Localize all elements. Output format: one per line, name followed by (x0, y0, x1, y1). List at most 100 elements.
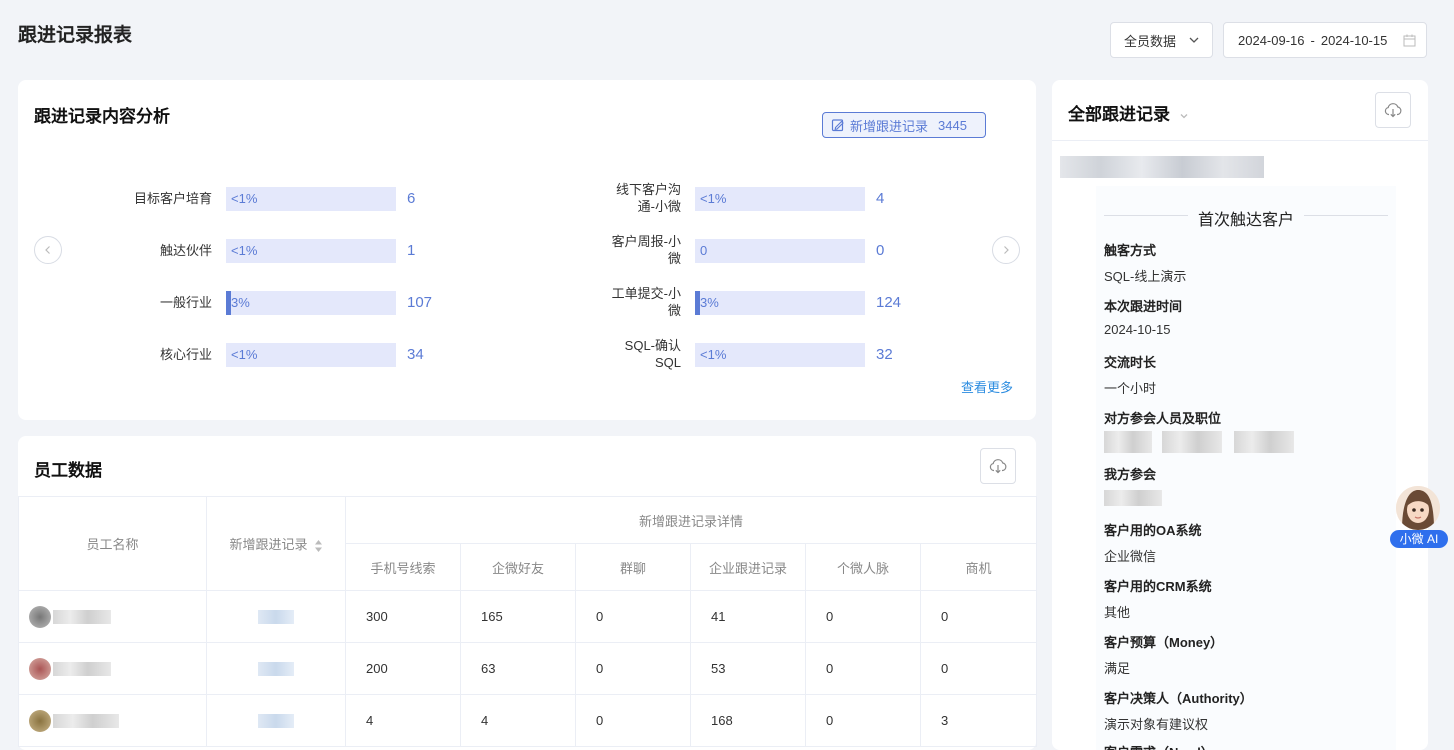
metric-value: 6 (407, 190, 416, 207)
table-cell: 0 (575, 694, 691, 747)
metric-bar: <1% (695, 343, 865, 367)
chevron-left-icon (45, 246, 50, 254)
staff-name-cell (18, 694, 207, 747)
avatar (29, 709, 51, 732)
field-label: 客户用的OA系统 (1104, 523, 1202, 538)
table-cell: 165 (460, 590, 576, 643)
table-row: 300 165 0 41 0 0 (18, 590, 1038, 643)
date-separator: - (1310, 32, 1315, 48)
metric-label: 触达伙伴 (159, 243, 212, 258)
col-header-opportunities: 商机 (919, 543, 1038, 591)
table-cell: 0 (805, 590, 921, 643)
field-label: 客户用的CRM系统 (1104, 579, 1212, 594)
date-end: 2024-10-15 (1320, 32, 1388, 48)
table-cell: 41 (690, 590, 806, 643)
data-scope-select[interactable]: 全员数据 (1110, 22, 1213, 58)
records-header: 全部跟进记录 (1052, 80, 1428, 141)
metric-label: SQL-确认SQL (624, 338, 681, 370)
metric-bar: <1% (226, 187, 396, 211)
metric-value: 0 (876, 242, 885, 259)
table-row: 4 4 0 168 0 3 (18, 694, 1038, 747)
content-analysis-card: 跟进记录内容分析 新增跟进记录 3445 目标客户培育 <1% 6 触达伙伴 <… (18, 80, 1036, 420)
caret-down-icon (1180, 113, 1188, 118)
metric-label: 一般行业 (159, 295, 212, 310)
chevron-down-icon (1189, 37, 1199, 43)
field-label: 客户决策人（Authority） (1104, 691, 1253, 706)
field-value: 其他 (1104, 605, 1131, 620)
col-header-personal-wechat: 个微人脉 (805, 543, 921, 591)
next-page-button[interactable] (992, 236, 1020, 264)
field-value: 演示对象有建议权 (1104, 717, 1209, 732)
staff-table: 员工名称 新增跟进记录 新增跟进记录详情 手机号线索 企微好友 群聊 企业跟进记… (18, 496, 1038, 747)
record-section-title: 首次触达客户 (1104, 206, 1388, 230)
record-owner-redacted (1060, 156, 1264, 178)
ai-assistant-button[interactable]: 小微 AI (1390, 486, 1448, 548)
field-label: 客户需求（Need） (1104, 742, 1214, 750)
all-records-card: 全部跟进记录 首次触达客户 触客方式 SQL-线上演示 本次跟进时间 2024-… (1052, 80, 1428, 750)
field-value: 满足 (1104, 661, 1131, 676)
staff-data-card: 员工数据 员工名称 新增跟进记录 新增跟进记录详情 手机号线索 企微好友 群聊 … (18, 436, 1038, 750)
date-start: 2024-09-16 (1238, 32, 1305, 48)
metric-label: 工单提交-小微 (611, 286, 681, 318)
staff-download-button[interactable] (980, 448, 1016, 484)
metric-label: 目标客户培育 (133, 191, 212, 206)
group-header-record-details: 新增跟进记录详情 (344, 496, 1038, 544)
field-value-redacted (1104, 431, 1294, 453)
cloud-download-icon (989, 459, 1007, 474)
col-header-company-records: 企业跟进记录 (690, 543, 806, 591)
field-value: 一个小时 (1104, 381, 1157, 396)
table-cell: 0 (805, 642, 921, 695)
view-more-link[interactable]: 查看更多 (961, 377, 1013, 396)
col-header-wecom-friends: 企微好友 (460, 543, 576, 591)
records-title-dropdown[interactable]: 全部跟进记录 (1068, 100, 1189, 125)
metric-bar: 3% (695, 291, 865, 315)
table-cell: 0 (575, 642, 691, 695)
calendar-icon (1403, 34, 1416, 47)
col-header-group-chat: 群聊 (575, 543, 691, 591)
field-label: 我方参会 (1104, 467, 1157, 482)
table-cell: 300 (345, 590, 461, 643)
assistant-label: 小微 AI (1390, 530, 1448, 548)
table-cell: 53 (690, 642, 806, 695)
metric-value: 1 (407, 242, 416, 259)
metric-value: 32 (876, 346, 893, 363)
table-cell: 4 (345, 694, 461, 747)
badge-label: 新增跟进记录 (850, 118, 929, 134)
field-value: 企业微信 (1104, 549, 1157, 564)
page-title: 跟进记录报表 (18, 25, 133, 46)
edit-note-icon (831, 119, 844, 132)
table-cell: 0 (575, 590, 691, 643)
staff-title: 员工数据 (34, 461, 102, 480)
analysis-title: 跟进记录内容分析 (34, 107, 170, 126)
metric-bar: 3% (226, 291, 396, 315)
metric-label: 客户周报-小微 (611, 234, 681, 266)
table-cell: 63 (460, 642, 576, 695)
assistant-avatar-icon (1396, 486, 1440, 530)
table-cell: 0 (805, 694, 921, 747)
chevron-right-icon (1004, 246, 1009, 254)
table-cell: 200 (345, 642, 461, 695)
date-range-picker[interactable]: 2024-09-16 - 2024-10-15 (1223, 22, 1427, 58)
metric-label: 线下客户沟通-小微 (615, 182, 681, 214)
metric-bar: 0 (695, 239, 865, 263)
new-records-cell (206, 590, 346, 643)
col-header-phone-leads: 手机号线索 (345, 543, 461, 591)
table-cell: 0 (919, 642, 1038, 695)
prev-page-button[interactable] (34, 236, 62, 264)
staff-name-cell (18, 590, 207, 643)
sort-icon (314, 539, 322, 552)
table-row: 200 63 0 53 0 0 (18, 642, 1038, 695)
col-header-new-records[interactable]: 新增跟进记录 (206, 496, 346, 591)
table-cell: 168 (690, 694, 806, 747)
metric-bar: <1% (226, 343, 396, 367)
badge-count: 3445 (938, 117, 967, 133)
field-label: 交流时长 (1104, 355, 1157, 370)
field-value: 2024-10-15 (1104, 322, 1171, 337)
table-cell: 0 (919, 590, 1038, 643)
avatar (29, 605, 51, 628)
records-download-button[interactable] (1375, 92, 1411, 128)
metric-label: 核心行业 (159, 347, 212, 362)
metric-value: 107 (407, 294, 433, 311)
new-records-cell (206, 642, 346, 695)
metric-bar: <1% (226, 239, 396, 263)
